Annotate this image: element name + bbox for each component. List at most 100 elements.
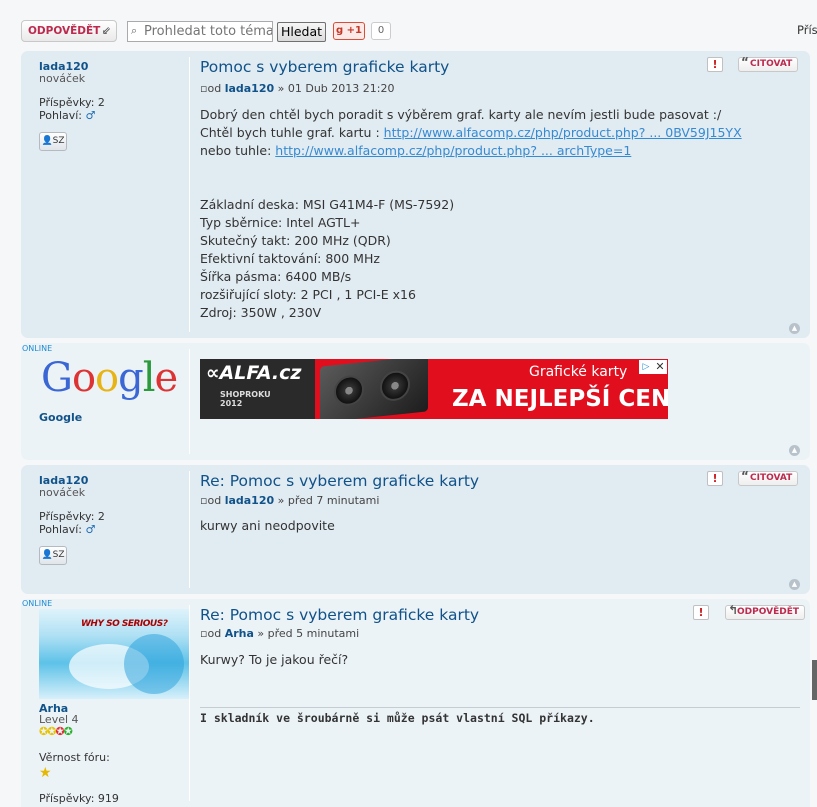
- male-icon: ♂: [85, 109, 96, 122]
- post-time: » 01 Dub 2013 21:20: [277, 82, 395, 95]
- ad-logo: ∝ALFA.cz: [206, 362, 301, 384]
- gender-label: Pohlaví:: [39, 523, 83, 536]
- shop-of-year-badge: SHOPROKU 2012: [220, 390, 271, 408]
- product-link[interactable]: http://www.alfacomp.cz/php/product.php? …: [275, 143, 631, 158]
- user-gender: Pohlaví: ♂: [39, 523, 95, 536]
- spec-line: Šířka pásma: 6400 MB/s: [200, 269, 352, 284]
- user-post-count: Příspěvky: 2: [39, 510, 105, 523]
- post-meta: ▫od Arha » před 5 minutami: [200, 627, 359, 640]
- post-time: » před 7 minutami: [277, 494, 380, 507]
- post-title[interactable]: Re: Pomoc s vyberem graficke karty: [200, 606, 479, 624]
- google-logo: Google: [41, 355, 178, 401]
- fan-icon: [334, 374, 364, 408]
- fan-icon: [380, 369, 410, 403]
- reply-button-label: ODPOVĚDĚT: [28, 25, 101, 37]
- column-divider: [189, 349, 190, 454]
- product-link[interactable]: http://www.alfacomp.cz/php/product.php? …: [384, 125, 742, 140]
- ad-close-icon[interactable]: ✕: [653, 360, 667, 374]
- post-meta: ▫od lada120 » 01 Dub 2013 21:20: [200, 82, 394, 95]
- post-title[interactable]: Re: Pomoc s vyberem graficke karty: [200, 472, 479, 490]
- private-message-button[interactable]: 👤SZ: [39, 132, 67, 151]
- post-title[interactable]: Pomoc s vyberem graficke karty: [200, 58, 449, 76]
- quote-button[interactable]: “CITOVAT: [738, 56, 799, 72]
- report-icon[interactable]: !: [707, 57, 723, 72]
- content-text: Chtěl bych tuhle graf. kartu :: [200, 125, 384, 140]
- graphics-card-image: [320, 359, 428, 419]
- user-gender: Pohlaví: ♂: [39, 109, 95, 122]
- post-profile: lada120 nováček Příspěvky: 2 Pohlaví: ♂ …: [21, 51, 190, 338]
- meta-prefix: od: [207, 82, 222, 95]
- column-divider: [189, 471, 190, 588]
- meta-author-link[interactable]: Arha: [225, 627, 254, 640]
- ad-logo-panel: ∝ALFA.cz SHOPROKU 2012: [200, 359, 315, 419]
- user-rank: nováček: [39, 486, 86, 499]
- search-icon: ⌕: [131, 24, 138, 37]
- spec-line: Efektivní taktování: 800 MHz: [200, 251, 380, 266]
- reply-arrow-icon: ⇙: [101, 24, 111, 37]
- post-count-label: Příspěvky:: [39, 510, 95, 523]
- ad-info-icon[interactable]: ▷: [639, 360, 653, 374]
- back-to-top-icon[interactable]: ▲: [789, 323, 800, 334]
- reply-icon: ↰: [728, 603, 739, 617]
- shop-badge-line: SHOPROKU: [220, 390, 271, 399]
- avatar: WHY SO SERIOUS?: [39, 609, 189, 699]
- post-profile: Google Google: [21, 343, 190, 460]
- post-profile: lada120 nováček Příspěvky: 2 Pohlaví: ♂ …: [21, 465, 190, 594]
- post: lada120 nováček Příspěvky: 2 Pohlaví: ♂ …: [21, 465, 810, 594]
- post-count-label: Příspěvky:: [39, 96, 95, 109]
- post-profile: WHY SO SERIOUS? Arha Level 4 ✪✪✪✪ Věrnos…: [21, 599, 190, 807]
- meta-author-link[interactable]: lada120: [225, 82, 274, 95]
- private-message-button[interactable]: 👤SZ: [39, 546, 67, 565]
- post: lada120 nováček Příspěvky: 2 Pohlaví: ♂ …: [21, 51, 810, 338]
- post-count-value: 2: [97, 510, 105, 523]
- topic-toolbar: ODPOVĚDĚT ⇙ ⌕ Hledat g +1 0 Přís: [0, 18, 817, 46]
- post: ONLINE Google Google ∝ALFA.cz SHOPROKU 2…: [21, 343, 810, 460]
- post-reply-button[interactable]: ↰ ODPOVĚDĚT: [725, 603, 805, 620]
- google-plus-icon: g: [336, 25, 344, 36]
- meta-author-link[interactable]: lada120: [225, 494, 274, 507]
- post: ONLINE WHY SO SERIOUS? Arha Level 4 ✪✪✪✪…: [21, 599, 810, 807]
- search-button[interactable]: Hledat: [277, 22, 326, 42]
- pm-label: SZ: [52, 550, 65, 560]
- report-icon[interactable]: !: [707, 471, 723, 486]
- quote-label: CITOVAT: [750, 59, 793, 69]
- post-reply-label: ODPOVĚDĚT: [737, 607, 799, 617]
- spec-line: Typ sběrnice: Intel AGTL+: [200, 215, 361, 230]
- report-icon[interactable]: !: [693, 605, 709, 620]
- post-author[interactable]: Google: [39, 411, 82, 424]
- ad-headline: ZA NEJLEPŠÍ CENY: [452, 386, 668, 412]
- scrollbar-thumb[interactable]: [812, 660, 817, 700]
- topic-search-input[interactable]: [127, 21, 273, 42]
- content-line: nebo tuhle: http://www.alfacomp.cz/php/p…: [200, 142, 780, 160]
- post-content: kurwy ani neodpovite: [200, 518, 335, 533]
- user-icon: 👤: [41, 136, 53, 146]
- google-plus-label: +1: [346, 25, 362, 36]
- alfa-logo-icon: ∝: [206, 362, 220, 384]
- spec-line: Základní deska: MSI G41M4-F (MS-7592): [200, 197, 455, 212]
- meta-prefix: od: [207, 627, 222, 640]
- back-to-top-icon[interactable]: ▲: [789, 445, 800, 456]
- back-to-top-icon[interactable]: ▲: [789, 579, 800, 590]
- loyalty-star-icon: ★: [39, 765, 52, 781]
- user-post-count: Příspěvky: 2: [39, 96, 105, 109]
- rank-stars: ✪✪✪✪: [39, 725, 73, 738]
- post-count-value: 2: [97, 96, 105, 109]
- column-divider: [189, 605, 190, 801]
- google-plus-button[interactable]: g +1: [333, 22, 365, 40]
- user-icon: 👤: [41, 550, 53, 560]
- column-divider: [189, 57, 190, 332]
- loyalty-label: Věrnost fóru:: [39, 751, 110, 764]
- ad-logo-text: ALFA.cz: [219, 362, 302, 384]
- quote-button[interactable]: “CITOVAT: [738, 470, 799, 486]
- advertisement-banner[interactable]: ∝ALFA.cz SHOPROKU 2012 Grafické karty ZA…: [200, 359, 668, 419]
- user-rank: nováček: [39, 72, 86, 85]
- shop-badge-year: 2012: [220, 399, 243, 408]
- avatar-caption: WHY SO SERIOUS?: [81, 619, 168, 629]
- content-text: nebo tuhle:: [200, 143, 276, 158]
- user-post-count: Příspěvky: 919: [39, 792, 119, 805]
- spec-line: Skutečný takt: 200 MHz (QDR): [200, 233, 391, 248]
- reply-button[interactable]: ODPOVĚDĚT ⇙: [21, 20, 117, 42]
- content-line: Chtěl bych tuhle graf. kartu : http://ww…: [200, 124, 780, 142]
- ad-subtitle: Grafické karty: [529, 364, 628, 380]
